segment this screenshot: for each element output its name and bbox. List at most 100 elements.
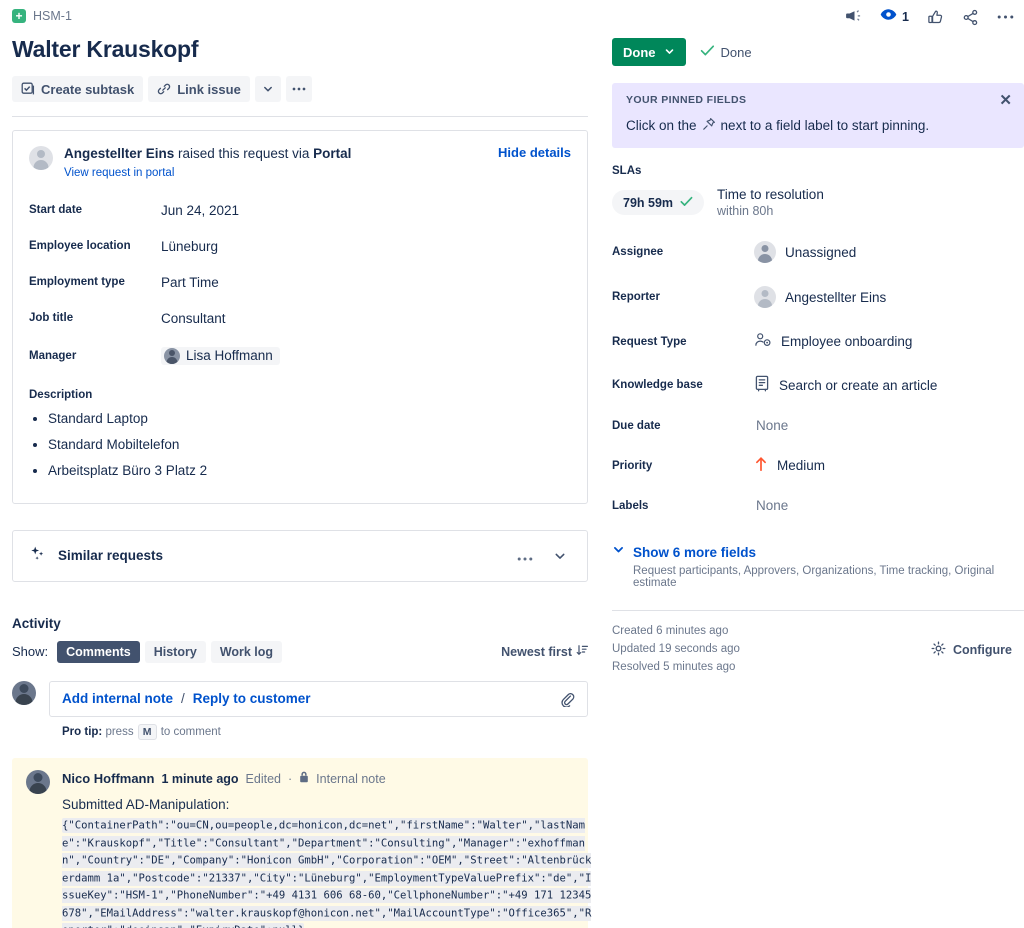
show-more-fields-button[interactable]: Show 6 more fields bbox=[612, 543, 1024, 561]
sort-descending-icon bbox=[576, 644, 588, 659]
updated-timestamp: Updated 19 seconds ago bbox=[612, 642, 740, 655]
similar-requests-panel[interactable]: Similar requests bbox=[12, 529, 588, 582]
field-label: Employee location bbox=[29, 240, 131, 253]
thumbs-up-icon[interactable] bbox=[927, 9, 944, 26]
configure-label: Configure bbox=[952, 642, 1012, 657]
status-dropdown-button[interactable]: Done bbox=[612, 38, 686, 66]
status-row: Done Done bbox=[612, 38, 1024, 66]
field-value[interactable]: Employee onboarding bbox=[754, 331, 912, 352]
sort-order-button[interactable]: Newest first bbox=[501, 644, 588, 659]
breadcrumb: + HSM-1 bbox=[12, 0, 588, 26]
activity-filter-row: Show: Comments History Work log Newest f… bbox=[12, 640, 588, 663]
sla-text: Time to resolution within 80h bbox=[717, 187, 824, 218]
field-value[interactable]: Jun 24, 2021 bbox=[161, 203, 239, 218]
comment-header: Nico Hoffmann 1 minute ago Edited · Inte… bbox=[62, 770, 595, 788]
more-horizontal-icon[interactable] bbox=[997, 15, 1014, 19]
field-label: Reporter bbox=[612, 291, 660, 303]
breadcrumb-issue-key[interactable]: HSM-1 bbox=[33, 9, 72, 23]
gear-icon bbox=[931, 641, 946, 659]
internal-note-comment: Nico Hoffmann 1 minute ago Edited · Inte… bbox=[12, 757, 592, 928]
field-value[interactable]: None bbox=[754, 498, 788, 513]
show-more-fields-label: Show 6 more fields bbox=[633, 544, 757, 560]
add-internal-note-link[interactable]: Add internal note bbox=[62, 691, 173, 706]
resolved-timestamp: Resolved 5 minutes ago bbox=[612, 660, 736, 673]
raised-by-mid: raised this request via bbox=[174, 146, 314, 161]
close-icon[interactable]: ✕ bbox=[999, 93, 1012, 108]
issue-top-actions: 1 bbox=[612, 0, 1024, 34]
watch-count: 1 bbox=[902, 10, 909, 24]
task-plus-icon: + bbox=[12, 9, 26, 23]
sort-order-label: Newest first bbox=[501, 644, 572, 659]
field-value[interactable]: Unassigned bbox=[754, 241, 856, 263]
detail-field-employee-location: Employee location Lüneburg bbox=[29, 239, 571, 254]
comment-author-avatar bbox=[26, 769, 50, 794]
comment-subject: Submitted AD-Manipulation: bbox=[62, 796, 230, 812]
view-request-in-portal-link[interactable]: View request in portal bbox=[64, 166, 488, 182]
attachment-icon[interactable] bbox=[559, 691, 575, 707]
actions-dropdown-button[interactable] bbox=[254, 76, 281, 102]
reporter-avatar-icon bbox=[29, 146, 53, 170]
sla-name: Time to resolution bbox=[717, 187, 824, 202]
issue-sidebar: 1 Done Done YOUR PINNED FIELDS Click on … bbox=[612, 0, 1024, 928]
share-icon[interactable] bbox=[962, 9, 979, 26]
header-divider bbox=[12, 116, 588, 117]
comment-payload: {"ContainerPath":"ou=CN,ou=people,dc=hon… bbox=[62, 818, 595, 928]
field-label: Start date bbox=[29, 204, 83, 217]
tab-work-log[interactable]: Work log bbox=[210, 640, 283, 663]
field-label: Assignee bbox=[612, 246, 664, 258]
manager-user-lozenge[interactable]: Lisa Hoffmann bbox=[161, 346, 280, 365]
reply-to-customer-link[interactable]: Reply to customer bbox=[193, 691, 311, 706]
priority-medium-icon bbox=[754, 456, 768, 475]
sparkle-icon bbox=[29, 545, 46, 567]
detail-field-start-date: Start date Jun 24, 2021 bbox=[29, 203, 571, 218]
field-value[interactable]: Search or create an article bbox=[754, 375, 937, 395]
watch-issue-button[interactable]: 1 bbox=[880, 8, 909, 26]
comment-timestamp[interactable]: 1 minute ago bbox=[161, 772, 238, 786]
similar-requests-collapse-icon[interactable] bbox=[543, 549, 571, 563]
comment-edited-label: Edited bbox=[245, 771, 281, 786]
create-subtask-button[interactable]: Create subtask bbox=[12, 76, 144, 102]
field-value[interactable]: Medium bbox=[754, 456, 825, 475]
hide-details-button[interactable]: Hide details bbox=[498, 145, 571, 160]
field-label: Employment type bbox=[29, 276, 125, 289]
comment-input[interactable]: Add internal note / Reply to customer bbox=[49, 680, 588, 717]
comment-composer: Add internal note / Reply to customer bbox=[12, 680, 588, 717]
sidebar-field-request-type: Request Type Employee onboarding bbox=[612, 331, 1024, 352]
field-value[interactable]: None bbox=[754, 418, 788, 433]
field-value[interactable]: Consultant bbox=[161, 311, 226, 326]
sidebar-field-due-date: Due date None bbox=[612, 418, 1024, 433]
detail-field-manager: Manager Lisa Hoffmann bbox=[29, 346, 571, 365]
megaphone-icon[interactable] bbox=[844, 9, 862, 25]
issue-meta-dates: Created 6 minutes ago Updated 19 seconds… bbox=[612, 623, 931, 676]
show-label: Show: bbox=[12, 644, 49, 659]
resolution-status: Done bbox=[700, 44, 752, 60]
resolution-label: Done bbox=[720, 44, 752, 60]
sidebar-field-assignee: Assignee Unassigned bbox=[612, 241, 1024, 263]
sidebar-field-reporter: Reporter Angestellter Eins bbox=[612, 286, 1024, 308]
tab-history[interactable]: History bbox=[144, 640, 206, 663]
subtask-icon bbox=[21, 82, 35, 96]
field-value[interactable]: Part Time bbox=[161, 275, 219, 290]
link-icon bbox=[157, 82, 171, 96]
comment-body: Nico Hoffmann 1 minute ago Edited · Inte… bbox=[62, 770, 595, 928]
create-subtask-label: Create subtask bbox=[41, 81, 135, 97]
more-actions-button[interactable] bbox=[285, 76, 312, 102]
request-type-icon bbox=[754, 331, 772, 352]
lock-icon bbox=[299, 770, 309, 788]
comment-author-name[interactable]: Nico Hoffmann bbox=[62, 771, 154, 786]
issue-view-page: + HSM-1 Walter Krauskopf Create subtask bbox=[0, 0, 1024, 928]
pinned-fields-message: Click on the next to a field label to st… bbox=[626, 117, 1010, 134]
link-issue-button[interactable]: Link issue bbox=[148, 76, 250, 102]
field-value[interactable]: Angestellter Eins bbox=[754, 286, 886, 308]
field-value[interactable]: Lüneburg bbox=[161, 239, 218, 254]
page-title: Walter Krauskopf bbox=[12, 36, 199, 62]
field-label: Priority bbox=[612, 459, 653, 472]
configure-button[interactable]: Configure bbox=[931, 623, 1024, 676]
knowledge-base-icon bbox=[754, 375, 770, 395]
sidebar-divider bbox=[612, 610, 1024, 611]
list-item: Arbeitsplatz Büro 3 Platz 2 bbox=[48, 461, 571, 482]
composer-separator: / bbox=[181, 691, 185, 706]
similar-requests-more-icon[interactable] bbox=[507, 547, 543, 564]
tab-comments[interactable]: Comments bbox=[57, 640, 140, 663]
raised-by-row: Angestellter Eins raised this request vi… bbox=[29, 145, 571, 182]
